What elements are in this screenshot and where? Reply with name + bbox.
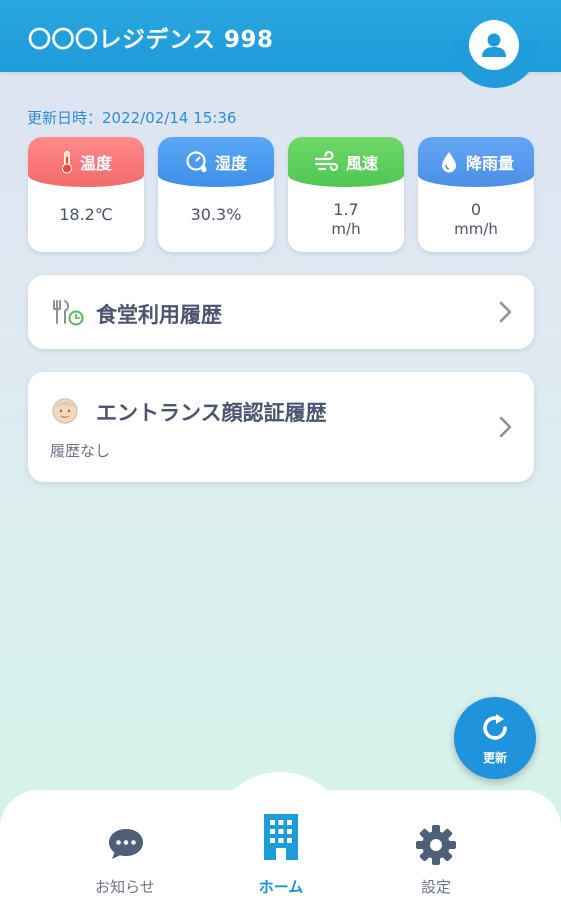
entrance-history-status: 履歴なし: [50, 442, 111, 460]
face-icon: [52, 398, 78, 424]
wind-label: 風速: [345, 154, 378, 173]
wind-icon: [314, 151, 339, 172]
nav-label-home: ホーム: [258, 878, 304, 896]
cutlery-clock-icon: [53, 300, 84, 326]
humidity-gauge-icon: [186, 151, 207, 173]
building-icon: [264, 814, 298, 860]
thermometer-icon: [61, 151, 72, 174]
temperature-card-header: 温度: [28, 137, 144, 187]
chevron-right-icon: [499, 416, 512, 438]
rainfall-value: 0: [470, 200, 482, 219]
humidity-card: 湿度 30.3%: [158, 137, 274, 252]
rainfall-unit: mm/h: [454, 220, 498, 238]
nav-label-news: お知らせ: [95, 878, 155, 896]
refresh-icon: [483, 714, 507, 740]
humidity-card-header: 湿度: [158, 137, 274, 187]
cafeteria-history-title: 食堂利用履歴: [96, 303, 222, 327]
humidity-value: 30.3%: [190, 205, 242, 224]
rainfall-label: 降雨量: [465, 154, 514, 173]
residence-title: 〇〇〇レジデンス 998: [28, 27, 274, 53]
refresh-button[interactable]: 更新: [454, 697, 536, 779]
refresh-label: 更新: [482, 751, 507, 765]
temperature-card: 温度 18.2℃: [28, 137, 144, 252]
cafeteria-history-card[interactable]: 食堂利用履歴: [28, 275, 534, 349]
temperature-value: 18.2℃: [59, 205, 113, 224]
rainfall-card-header: 降雨量: [418, 137, 534, 187]
wind-card-header: 風速: [288, 137, 404, 187]
nav-item-home[interactable]: ホーム: [221, 814, 341, 900]
updated-datetime: 更新日時：2022/02/14 15:36: [27, 109, 237, 127]
account-button[interactable]: [469, 20, 519, 70]
nav-label-settings: 設定: [420, 878, 451, 896]
chat-bubble-icon: [109, 829, 143, 859]
wind-card: 風速 1.7 m/h: [288, 137, 404, 252]
chevron-right-icon: [499, 301, 512, 323]
temperature-label: 温度: [79, 154, 112, 173]
user-icon: [482, 33, 506, 57]
rainfall-card: 降雨量 0 mm/h: [418, 137, 534, 252]
wind-unit: m/h: [331, 220, 361, 238]
entrance-history-title: エントランス顔認証履歴: [96, 401, 327, 425]
nav-item-news[interactable]: お知らせ: [65, 820, 185, 900]
nav-item-settings[interactable]: 設定: [376, 820, 496, 900]
wind-value: 1.7: [333, 200, 359, 219]
entrance-history-card[interactable]: エントランス顔認証履歴 履歴なし: [28, 372, 534, 482]
raindrop-icon: [441, 152, 456, 173]
humidity-label: 湿度: [214, 154, 247, 173]
gear-icon: [416, 825, 456, 865]
